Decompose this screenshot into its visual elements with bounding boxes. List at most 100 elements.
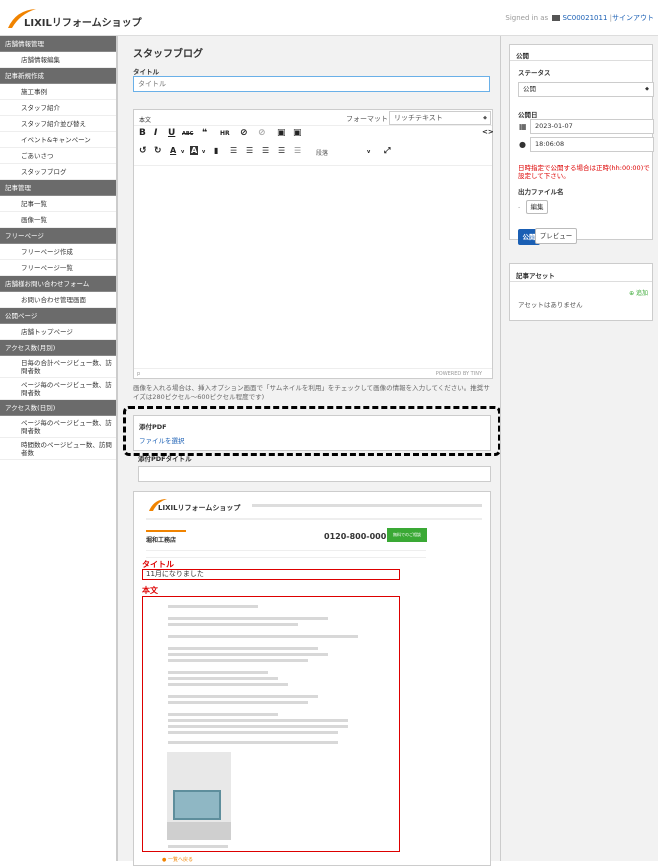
page-title: スタッフブログ [133, 49, 203, 60]
editor-body[interactable] [134, 165, 492, 370]
edit-button[interactable]: 編集 [526, 200, 548, 214]
preview-text-line [168, 623, 298, 626]
preview-text-line [168, 635, 358, 638]
undo-icon[interactable]: ↺ [139, 146, 147, 156]
format-label: フォーマット [346, 115, 388, 123]
sidebar-item[interactable]: スタッフ紹介 [0, 100, 116, 116]
powered-by[interactable]: POWERED BY TINY [436, 371, 482, 377]
align-left-icon[interactable]: ☰ [230, 146, 237, 155]
no-asset-text: アセットはありません [518, 301, 583, 309]
preview-button[interactable]: プレビュー [535, 228, 577, 244]
highlight-frame [123, 406, 501, 456]
fullscreen-icon[interactable]: ⤢ [384, 146, 390, 156]
status-label: ステータス [518, 69, 551, 77]
output-file-label: 出力ファイル名 [518, 188, 564, 196]
align-right-icon[interactable]: ☰ [262, 146, 269, 155]
sidebar-item[interactable]: 施工事例 [0, 84, 116, 100]
preview-text-line [168, 647, 318, 650]
format-select[interactable]: リッチテキスト ◆ [389, 111, 491, 125]
italic-icon[interactable]: I [154, 128, 157, 138]
add-asset-link[interactable]: ⊕ 追加 [629, 288, 648, 297]
image-icon[interactable]: ▣ [293, 128, 302, 138]
hr-icon[interactable]: HR [220, 130, 230, 137]
toolbar-row-2: ↺ ↻ A v A v ▮ ☰ ☰ ☰ ☰ ☰ 段落 v ⤢ [134, 146, 492, 163]
editor-status-bar: p POWERED BY TINY [134, 368, 492, 378]
sidebar-item[interactable]: お問い合わせ管理画面 [0, 292, 116, 308]
sidebar-item[interactable]: ページ毎のページビュー数、訪問者数 [0, 378, 116, 400]
preview-text-line [168, 725, 348, 728]
sidebar-item[interactable]: イベント&キャンペーン [0, 132, 116, 148]
bold-icon[interactable]: B [139, 128, 146, 138]
blockquote-icon[interactable]: ❝ [202, 128, 207, 138]
sidebar-item[interactable]: スタッフ紹介並び替え [0, 116, 116, 132]
sidebar-item[interactable]: フリーページ一覧 [0, 260, 116, 276]
sidebar-section-header: 記事管理 [0, 180, 116, 196]
link-icon[interactable]: ⊘ [240, 128, 248, 138]
sidebar-item[interactable]: 画像一覧 [0, 212, 116, 228]
asset-panel: 記事アセット ⊕ 追加 アセットはありません [509, 263, 653, 321]
sidebar-item[interactable]: ページ毎のページビュー数、訪問者数 [0, 416, 116, 438]
sidebar-item[interactable]: 日毎の合計ページビュー数、訪問者数 [0, 356, 116, 378]
sidebar-item[interactable]: 時間数のページビュー数、訪問者数 [0, 438, 116, 460]
sidebar-item[interactable]: フリーページ作成 [0, 244, 116, 260]
preview-back-link-text: 一覧へ戻る [167, 857, 193, 863]
preview-text-line [168, 741, 338, 744]
bg-color-icon[interactable]: A [190, 146, 199, 155]
element-path: p [137, 371, 141, 377]
chevron-down-icon: ◆ [645, 86, 649, 92]
preview-text-line [168, 605, 258, 608]
preview-global-nav [146, 550, 426, 558]
sidebar-item[interactable]: スタッフブログ [0, 164, 116, 180]
preview-breadcrumb [146, 518, 482, 520]
unlink-icon[interactable]: ⊘ [258, 128, 266, 138]
sidebar-section-header: アクセス数(日別) [0, 400, 116, 416]
sidebar-section-header: 記事新規作成 [0, 68, 116, 84]
sidebar-item[interactable]: ごあいさつ [0, 148, 116, 164]
align-center-icon[interactable]: ☰ [246, 146, 253, 155]
indent-icon[interactable]: ☰ [278, 146, 285, 155]
pdf-title-input[interactable] [138, 466, 491, 482]
underline-icon[interactable]: U [168, 128, 175, 138]
sidebar-section-header: 公開ページ [0, 308, 116, 324]
outdent-icon[interactable]: ☰ [294, 146, 301, 155]
editor-tab-bar: 本文 フォーマット リッチテキスト ◆ [134, 110, 492, 126]
preview-text-line [168, 731, 338, 734]
chevron-down-icon[interactable]: v [367, 149, 370, 155]
text-color-icon[interactable]: A [170, 146, 176, 155]
output-dash: - [518, 203, 521, 211]
chevron-down-icon[interactable]: v [202, 149, 205, 155]
pdf-title-label: 添付PDFタイトル [138, 455, 192, 463]
code-icon[interactable]: <> [482, 128, 494, 136]
redo-icon[interactable]: ↻ [154, 146, 162, 156]
strikethrough-icon[interactable]: ABC [182, 131, 193, 137]
signout-link[interactable]: サインアウト [612, 14, 654, 22]
preview-title-value: 11月になりました [142, 569, 400, 580]
format-value: リッチテキスト [394, 114, 443, 122]
paragraph-select[interactable]: 段落 [316, 148, 328, 157]
calendar-icon: ▦ [519, 122, 527, 131]
status-select[interactable]: 公開 ◆ [518, 82, 654, 97]
sidebar-item[interactable]: 記事一覧 [0, 196, 116, 212]
chevron-down-icon[interactable]: v [181, 149, 184, 155]
title-label: タイトル [133, 68, 159, 76]
preview-shop-name: 堀和工務店 [146, 537, 177, 544]
preview-text-line [168, 701, 308, 704]
account-id[interactable]: SC00021011 [562, 14, 607, 22]
tab-body[interactable]: 本文 [139, 115, 151, 124]
clear-format-icon[interactable]: ▮ [214, 146, 218, 155]
sidebar-item[interactable]: 店舗トップページ [0, 324, 116, 340]
time-input[interactable]: 18:06:08 [530, 137, 654, 152]
preview-photo-object [173, 790, 221, 820]
preview-text-line [168, 617, 328, 620]
title-input[interactable] [133, 76, 490, 92]
preview-text-line [168, 695, 318, 698]
preview-text-line [168, 683, 288, 686]
status-value: 公開 [523, 85, 536, 93]
logo[interactable]: LIXILリフォームショップ [6, 8, 146, 30]
file-icon[interactable]: ▣ [277, 128, 286, 138]
rich-text-editor: 本文 フォーマット リッチテキスト ◆ B I U ABC ❝ HR ⊘ ⊘ ▣… [133, 109, 494, 379]
sidebar-item[interactable]: 店舗情報編集 [0, 52, 116, 68]
preview-caption-line [168, 845, 228, 848]
date-input[interactable]: 2023-01-07 [530, 119, 654, 134]
signed-in-info: Signed in as SC00021011 |サインアウト [505, 13, 654, 23]
